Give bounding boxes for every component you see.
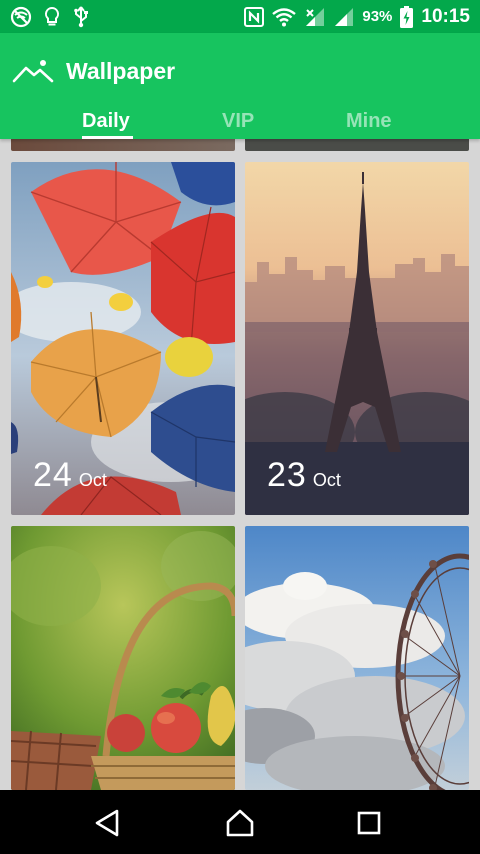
status-bar-right: 93% 10:15 xyxy=(244,5,470,28)
status-bar: 93% 10:15 xyxy=(0,0,480,33)
usb-icon xyxy=(72,5,90,28)
recents-icon[interactable] xyxy=(354,808,384,838)
app-bar: Wallpaper Daily VIP Mine xyxy=(0,33,480,139)
tab-indicator xyxy=(82,136,133,139)
bulb-icon xyxy=(44,6,60,28)
wallpaper-tile-umbrellas[interactable]: 24 Oct xyxy=(11,162,235,515)
battery-percent: 93% xyxy=(362,8,393,25)
wallpaper-month: Oct xyxy=(312,470,341,490)
screen: 93% 10:15 Wallpaper Daily VIP Mine 24 Oc… xyxy=(0,0,480,854)
wallpaper-tile-eiffel-tower[interactable]: 23 Oct xyxy=(245,162,469,515)
wallpaper-tile-ferris-wheel[interactable] xyxy=(245,526,469,790)
wallpaper-day: 24 xyxy=(33,456,73,494)
app-title: Wallpaper xyxy=(66,57,176,84)
clock: 10:15 xyxy=(421,5,470,27)
signal-icon xyxy=(304,6,326,28)
status-bar-left xyxy=(10,5,90,28)
ferris-wheel-image xyxy=(245,526,469,790)
wallpaper-day: 23 xyxy=(267,456,307,494)
signal-icon xyxy=(334,6,354,28)
mountain-logo-icon xyxy=(12,57,54,85)
wallpaper-date: 23 Oct xyxy=(267,456,341,495)
wifi-icon xyxy=(272,6,297,28)
tab-daily[interactable]: Daily xyxy=(82,110,130,133)
navigation-bar xyxy=(0,790,480,854)
wallpaper-tile-fruit-basket[interactable] xyxy=(11,526,235,790)
wallpaper-date: 24 Oct xyxy=(33,456,107,495)
home-icon[interactable] xyxy=(225,808,255,838)
wifi-off-icon xyxy=(10,6,32,28)
wallpaper-month: Oct xyxy=(78,470,107,490)
app-title-row: Wallpaper xyxy=(0,51,175,91)
nfc-icon xyxy=(244,6,265,28)
tab-mine[interactable]: Mine xyxy=(346,110,392,133)
tab-vip[interactable]: VIP xyxy=(222,110,254,133)
battery-charging-icon xyxy=(400,5,414,28)
back-icon[interactable] xyxy=(92,808,122,838)
tab-bar: Daily VIP Mine xyxy=(0,105,480,139)
fruit-basket-image xyxy=(11,526,235,790)
